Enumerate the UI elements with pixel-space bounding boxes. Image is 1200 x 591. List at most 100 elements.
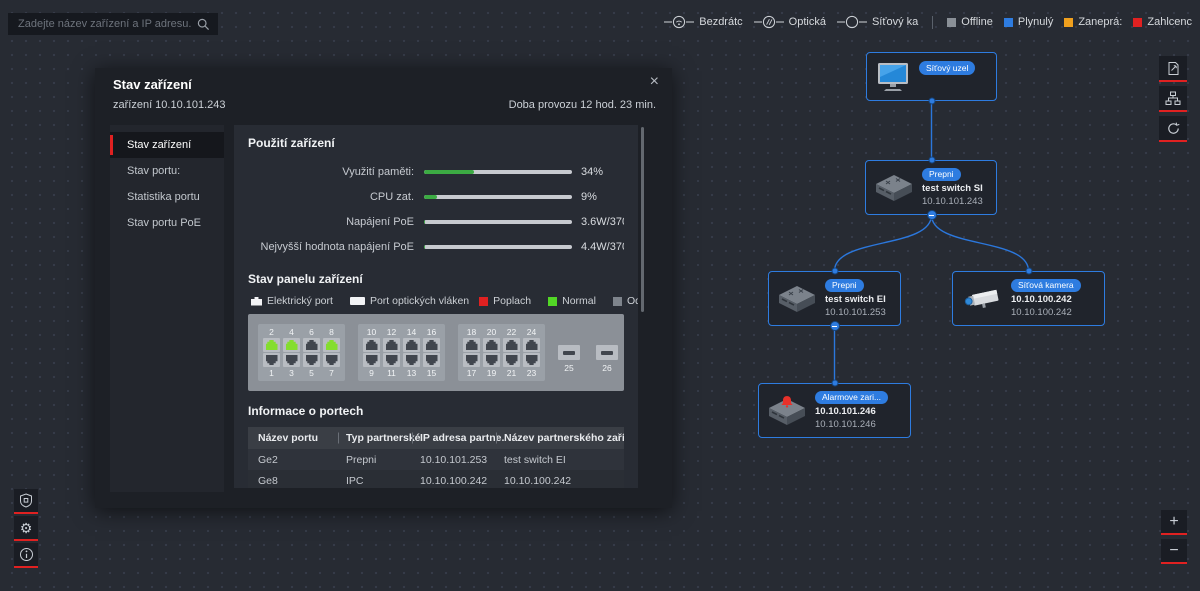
usage-value: 3.6W/370.0W (581, 215, 624, 228)
legend-label: Offline (961, 16, 993, 28)
port-10[interactable] (363, 338, 380, 352)
rj45-port-icon (505, 340, 518, 350)
settings-button[interactable]: ⚙ (14, 516, 38, 541)
legend-label: Zahlcenc (1147, 16, 1192, 28)
node-network-hub[interactable]: Síťový uzel (866, 52, 997, 101)
topology-legend: Bezdrátc Optická Síťový ka Offline Plynu… (664, 15, 1192, 29)
sidebar-item-poe-port-status[interactable]: Stav portu PoE (110, 210, 224, 236)
port-1[interactable] (263, 353, 280, 367)
port-17[interactable] (463, 353, 480, 367)
node-switch-si[interactable]: Prepni test switch SI 10.10.101.243 (865, 160, 997, 215)
port-number: 9 (369, 368, 374, 378)
port-number: 22 (506, 327, 517, 337)
port-21[interactable] (503, 353, 520, 367)
node-ip-camera[interactable]: Síťová kamera 10.10.100.242 10.10.100.24… (952, 271, 1105, 326)
column-header[interactable]: IP adresa partne... (420, 432, 504, 444)
right-toolbar (1159, 56, 1187, 142)
port-panel-legend: Elektrický port Port optických vláken Po… (248, 295, 638, 307)
fiber-port-icon (349, 297, 365, 305)
zoom-controls: + − (1161, 510, 1187, 564)
port-number: 24 (526, 327, 537, 337)
port-number: 23 (526, 368, 537, 378)
port-14[interactable] (403, 338, 420, 352)
info-button[interactable] (14, 543, 38, 568)
port-7[interactable] (323, 353, 340, 367)
legend-status-offline: Offline (947, 16, 993, 28)
sfp-port-26[interactable]: 26 (596, 345, 618, 373)
rj45-port-icon (285, 340, 298, 350)
zoom-in-button[interactable]: + (1161, 510, 1187, 535)
sfp-ports: 25 26 (558, 332, 618, 373)
legend-label: Plynulý (1017, 16, 1054, 28)
port-5[interactable] (303, 353, 320, 367)
port-number: 16 (426, 327, 437, 337)
scrollbar-thumb[interactable] (641, 127, 644, 312)
port-9[interactable] (363, 353, 380, 367)
node-switch-ei[interactable]: Prepni test switch EI 10.10.101.253 (768, 271, 901, 326)
topology-view-button[interactable] (1159, 86, 1187, 112)
dialog-content: Použití zařízení Využití paměti: 34% CPU… (234, 125, 638, 488)
column-header[interactable]: Typ partnerskéh... (346, 432, 420, 444)
port-number-row: 10 12 14 16 (363, 327, 440, 337)
node-alarm-device[interactable]: Alarmove zari... 10.10.101.246 10.10.101… (758, 383, 911, 438)
sfp-port-25[interactable]: 25 (558, 345, 580, 373)
port-18[interactable] (463, 338, 480, 352)
connection-point (928, 97, 935, 105)
security-button[interactable] (14, 489, 38, 514)
port-group: 2 4 6 8 1 3 5 7 (258, 324, 345, 381)
port-16[interactable] (423, 338, 440, 352)
port-12[interactable] (383, 338, 400, 352)
dialog-title: Stav zařízení (113, 77, 192, 92)
device-port-panel: 2 4 6 8 1 3 5 7 10 12 14 16 9 11 13 15 18 20 22 24 17 19 21 23 … (248, 314, 624, 391)
port-number: 5 (309, 368, 314, 378)
connection-point (1025, 267, 1032, 275)
port-4[interactable] (283, 338, 300, 352)
table-row: Ge8 IPC 10.10.100.242 10.10.100.242 (248, 470, 624, 488)
port-20[interactable] (483, 338, 500, 352)
port-name-cell: Ge8 (258, 474, 278, 487)
column-header[interactable]: Název partnerského zařízení (504, 432, 624, 444)
port-19[interactable] (483, 353, 500, 367)
rj45-port-icon (325, 340, 338, 350)
connection-point (831, 267, 838, 275)
search-input[interactable] (16, 17, 197, 31)
rj45-port-icon (525, 340, 538, 350)
sidebar-item-port-statistics[interactable]: Statistika portu (110, 184, 224, 210)
legend-optical-link: Optická (753, 15, 826, 29)
zoom-out-button[interactable]: − (1161, 539, 1187, 564)
export-report-icon (1168, 61, 1178, 75)
port-number: 17 (466, 368, 477, 378)
search-icon[interactable] (197, 18, 210, 31)
rj45-port-icon (466, 355, 478, 365)
rj45-port-icon (426, 355, 438, 365)
port-number: 20 (486, 327, 497, 337)
port-13[interactable] (403, 353, 420, 367)
collapse-toggle[interactable] (829, 321, 840, 331)
port-11[interactable] (383, 353, 400, 367)
port-table-header: Název portu Typ partnerskéh... IP adresa… (248, 427, 624, 449)
node-type-badge: Prepni (922, 167, 961, 182)
port-22[interactable] (503, 338, 520, 352)
close-icon[interactable]: × (650, 74, 659, 90)
sidebar-item-device-status[interactable]: Stav zařízení (110, 132, 224, 158)
port-6[interactable] (303, 338, 320, 352)
sfp-slot (563, 350, 575, 355)
usage-label: Napájení PoE (346, 215, 414, 228)
port-8[interactable] (323, 338, 340, 352)
collapse-toggle[interactable] (926, 210, 937, 220)
sidebar-item-port-status[interactable]: Stav portu: (110, 158, 224, 184)
info-icon (19, 548, 33, 561)
port-23[interactable] (523, 353, 540, 367)
column-header[interactable]: Název portu (258, 432, 346, 444)
node-name: test switch SI (922, 183, 983, 195)
port-2[interactable] (263, 338, 280, 352)
smooth-swatch (1003, 17, 1013, 27)
port-number: 12 (386, 327, 397, 337)
port-24[interactable] (523, 338, 540, 352)
port-number: 21 (506, 368, 517, 378)
refresh-button[interactable] (1159, 116, 1187, 142)
port-icon-row (363, 338, 440, 352)
port-3[interactable] (283, 353, 300, 367)
export-report-button[interactable] (1159, 56, 1187, 82)
port-15[interactable] (423, 353, 440, 367)
